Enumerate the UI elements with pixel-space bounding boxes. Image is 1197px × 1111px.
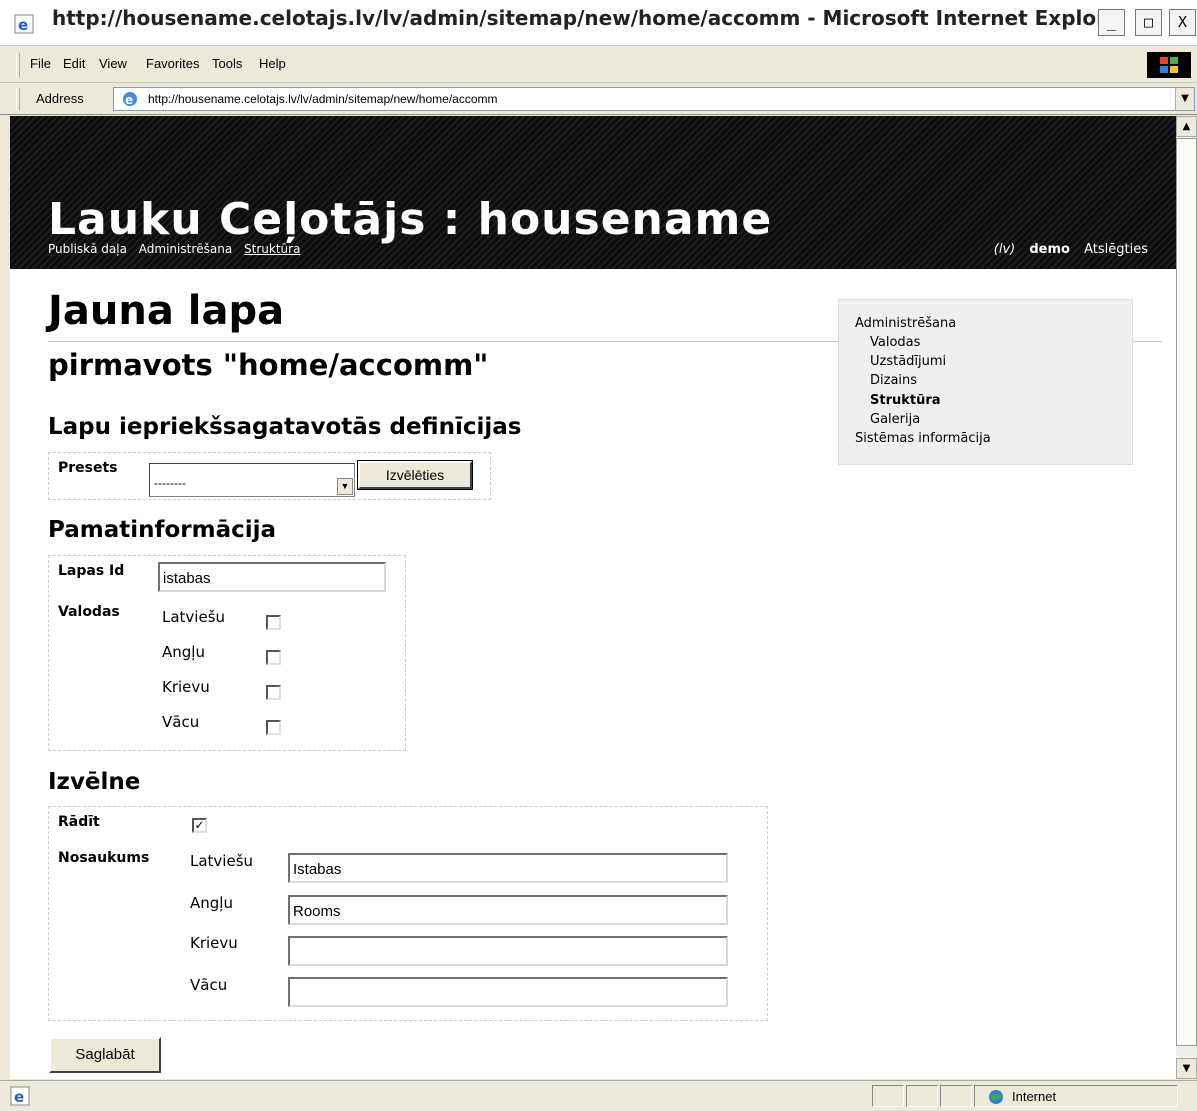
language-label-krievu: Krievu — [162, 678, 210, 696]
sidebar-item-galerija[interactable]: Galerija — [870, 412, 920, 427]
svg-text:e: e — [18, 16, 28, 34]
page-id-input[interactable]: istabas — [158, 562, 386, 592]
minimize-button[interactable]: _ — [1098, 9, 1125, 36]
language-checkbox-latviesu[interactable] — [266, 615, 281, 630]
show-in-menu-checkbox[interactable]: ✓ — [192, 818, 207, 833]
presets-select[interactable]: -------- ▼ — [149, 463, 355, 497]
sidebar-item-administresana[interactable]: Administrēšana — [855, 316, 956, 331]
name-lang-krievu: Krievu — [190, 934, 238, 952]
vertical-scrollbar[interactable]: ▲ ▼ — [1176, 116, 1197, 1079]
basic-info-fieldset: Lapas Id istabas Valodas Latviešu Angļu … — [48, 555, 406, 751]
zone-pane — [974, 1085, 1178, 1107]
language-label-anglu: Angļu — [162, 643, 205, 661]
name-input-vacu[interactable] — [288, 977, 728, 1007]
address-bar: Address e http://housename.celotajs.lv/l… — [0, 84, 1197, 115]
user-area: (lv) demo Atslēgties — [994, 242, 1148, 257]
name-label: Nosaukums — [58, 850, 150, 866]
windows-logo-icon — [1147, 52, 1191, 78]
security-zone: Internet — [1012, 1089, 1057, 1104]
presets-selected-value: -------- — [154, 476, 186, 490]
scroll-up-button[interactable]: ▲ — [1176, 116, 1197, 137]
username: demo — [1029, 242, 1070, 257]
language-indicator[interactable]: (lv) — [994, 242, 1015, 257]
sidebar-item-uzstadijumi[interactable]: Uzstādījumi — [870, 354, 946, 369]
toolbar-grip[interactable] — [16, 53, 20, 77]
nav-admin[interactable]: Administrēšana — [139, 242, 232, 256]
maximize-button[interactable]: □ — [1135, 9, 1162, 36]
name-input-krievu[interactable] — [288, 936, 728, 966]
language-label-latviesu: Latviešu — [162, 608, 226, 626]
menu-fieldset: Rādīt ✓ Nosaukums Latviešu Istabas Angļu… — [48, 806, 768, 1021]
language-checkbox-anglu[interactable] — [266, 650, 281, 665]
presets-label: Presets — [58, 460, 118, 476]
language-checkbox-krievu[interactable] — [266, 685, 281, 700]
menu-favorites[interactable]: Favorites — [146, 56, 199, 71]
name-input-latviesu[interactable]: Istabas — [288, 853, 728, 883]
scroll-thumb[interactable] — [1176, 138, 1197, 1046]
name-lang-vacu: Vācu — [190, 976, 228, 994]
menu-view[interactable]: View — [99, 56, 127, 71]
menu-help[interactable]: Help — [259, 56, 286, 71]
status-pane — [872, 1085, 904, 1107]
language-checkbox-vacu[interactable] — [266, 720, 281, 735]
status-pane — [906, 1085, 938, 1107]
chevron-down-icon[interactable]: ▼ — [1175, 88, 1194, 110]
admin-side-menu: Administrēšana Valodas Uzstādījumi Dizai… — [838, 299, 1133, 465]
scroll-down-button[interactable]: ▼ — [1176, 1058, 1197, 1079]
chevron-down-icon[interactable]: ▼ — [337, 478, 353, 495]
ie-page-icon: e — [14, 14, 34, 38]
nav-public[interactable]: Publiskā daļa — [48, 242, 127, 256]
sidebar-item-struktura[interactable]: Struktūra — [870, 393, 941, 408]
window-title: http://housename.celotajs.lv/lv/admin/si… — [52, 6, 1120, 30]
site-header: Lauku Ceļotājs : housename Publiskā daļa… — [10, 116, 1176, 269]
name-lang-latviesu: Latviešu — [190, 852, 254, 870]
page-viewport: Lauku Ceļotājs : housename Publiskā daļa… — [10, 116, 1176, 1079]
choose-preset-button[interactable]: Izvēlēties — [357, 460, 473, 490]
svg-text:e: e — [14, 1088, 24, 1106]
menu-tools[interactable]: Tools — [212, 56, 242, 71]
menu-heading: Izvēlne — [48, 769, 141, 795]
menu-edit[interactable]: Edit — [63, 56, 85, 71]
address-label: Address — [36, 91, 84, 106]
page-id-label: Lapas Id — [58, 563, 125, 579]
status-pane — [940, 1085, 972, 1107]
name-lang-anglu: Angļu — [190, 894, 233, 912]
close-button[interactable]: X — [1169, 9, 1196, 36]
languages-label: Valodas — [58, 604, 120, 620]
menu-bar: File Edit View Favorites Tools Help — [0, 47, 1197, 83]
status-bar: e Internet — [0, 1080, 1197, 1111]
page-title: Jauna lapa — [48, 288, 285, 334]
site-title: Lauku Ceļotājs : housename — [48, 194, 773, 245]
ie-page-icon: e — [120, 90, 140, 112]
title-bar: e http://housename.celotajs.lv/lv/admin/… — [0, 0, 1197, 46]
address-input[interactable]: e http://housename.celotajs.lv/lv/admin/… — [113, 87, 1195, 111]
presets-fieldset: Presets -------- ▼ Izvēlēties — [48, 452, 491, 500]
toolbar-grip[interactable] — [16, 88, 20, 110]
show-in-menu-label: Rādīt — [58, 814, 100, 830]
language-label-vacu: Vācu — [162, 713, 200, 731]
presets-heading: Lapu iepriekšsagatavotās definīcijas — [48, 414, 522, 440]
sidebar-item-valodas[interactable]: Valodas — [870, 335, 920, 350]
site-nav: Publiskā daļa Administrēšana Struktūra — [48, 242, 308, 256]
address-url: http://housename.celotajs.lv/lv/admin/si… — [148, 92, 498, 106]
sidebar-item-dizains[interactable]: Dizains — [870, 373, 917, 388]
menu-file[interactable]: File — [30, 56, 51, 71]
name-input-anglu[interactable]: Rooms — [288, 895, 728, 925]
nav-structure[interactable]: Struktūra — [244, 242, 300, 256]
ie-page-icon: e — [10, 1086, 30, 1110]
globe-icon — [988, 1089, 1004, 1109]
svg-text:e: e — [125, 93, 133, 107]
basic-info-heading: Pamatinformācija — [48, 517, 277, 543]
sidebar-item-sistemas-informacija[interactable]: Sistēmas informācija — [855, 431, 991, 446]
logout-link[interactable]: Atslēgties — [1084, 242, 1148, 257]
page-subtitle: pirmavots "home/accomm" — [48, 348, 489, 382]
save-button[interactable]: Saglabāt — [49, 1037, 161, 1073]
